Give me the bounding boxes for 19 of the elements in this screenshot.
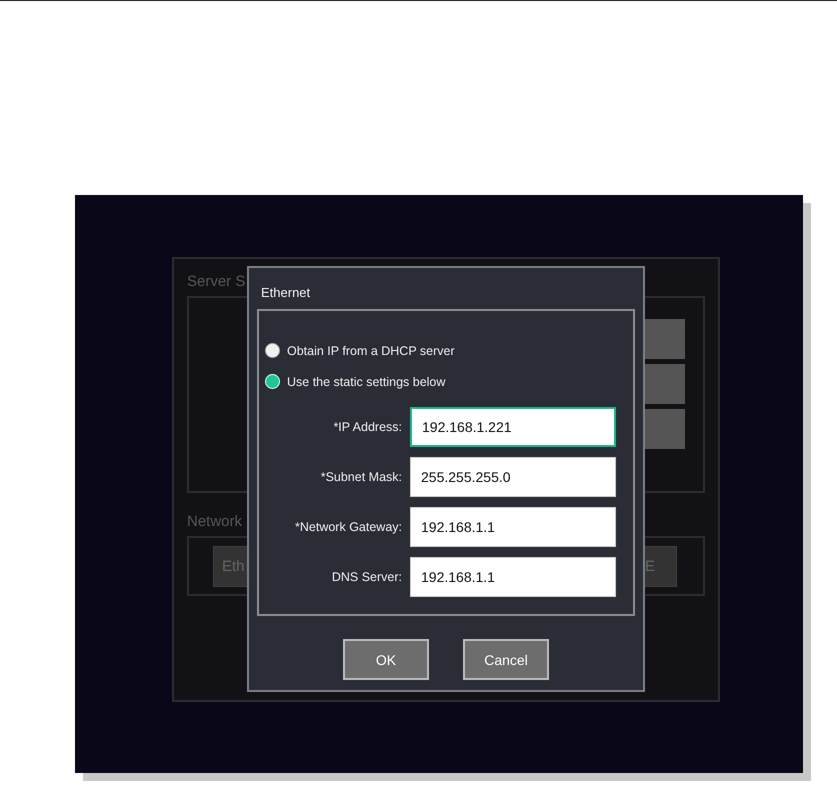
dialog-button[interactable]: OK [343,639,429,680]
input-field[interactable]: 192.168.1.221 [410,407,616,447]
field-label: *Network Gateway: [294,520,402,534]
input-field[interactable]: 192.168.1.1 [410,557,616,597]
field-label: *IP Address: [332,420,402,434]
field-label: DNS Server: [330,570,402,584]
option-label: Use the static settings below [287,374,446,388]
section-title: Network [187,513,242,531]
section-title: Server S [187,273,246,291]
tile-button[interactable] [642,319,685,359]
dialog-button[interactable]: Cancel [463,639,549,680]
radio-button[interactable] [265,343,280,358]
dialog-title: Ethernet [261,285,310,301]
field-label: *Subnet Mask: [320,470,402,484]
input-field[interactable]: 255.255.255.0 [410,457,616,497]
tile-button[interactable] [642,364,685,404]
input-field[interactable]: 192.168.1.1 [410,507,616,547]
option-label: Obtain IP from a DHCP server [287,344,455,358]
tile-button[interactable] [642,409,685,449]
